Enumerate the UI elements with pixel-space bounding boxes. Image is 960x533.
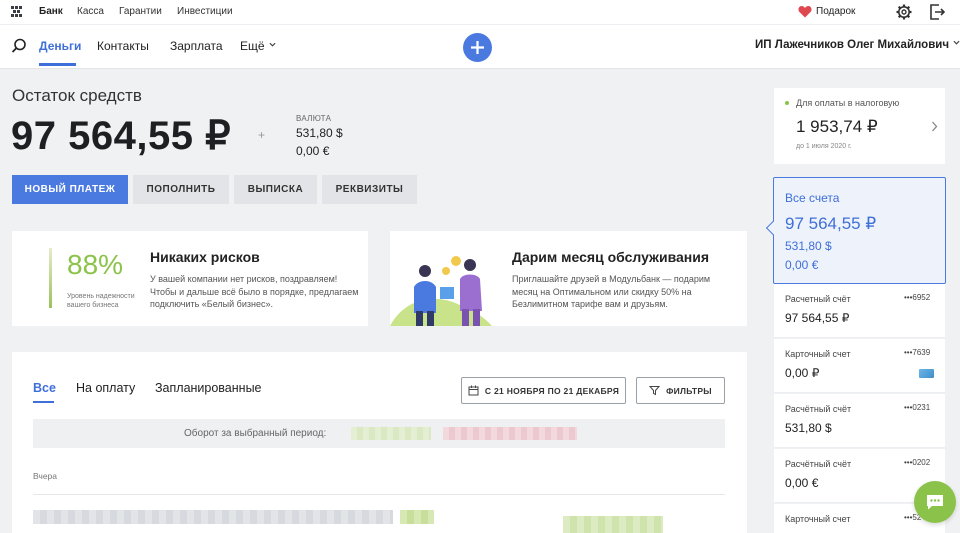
all-accounts-amount: 97 564,55 ₽ [785,214,877,233]
gift-label: Подарок [816,6,856,17]
calendar-icon [468,385,479,396]
user-name: ИП Лажечников Олег Михайлович [755,39,950,51]
nav-active-indicator [39,63,76,66]
currency-label: ВАЛЮТА [296,114,332,123]
tab-scheduled[interactable]: Запланированные [155,381,262,395]
nav-contacts[interactable]: Контакты [97,39,149,53]
nav-more[interactable]: Ещё [240,39,276,53]
account-number: •••0231 [904,403,931,412]
account-balance: 0,00 ₽ [785,366,820,380]
filters-button[interactable]: ФИЛЬТРЫ [636,377,725,404]
account-balance: 97 564,55 ₽ [785,311,850,325]
turnover-label: Оборот за выбранный период: [184,428,327,439]
tax-date: до 1 июля 2020 г. [796,143,852,150]
nav-more-label: Ещё [240,39,265,53]
account-name: Карточный счет [785,514,851,524]
reliability-percent: 88% [67,249,124,280]
account-item[interactable]: Карточный счет •••7639 0,00 ₽ [774,339,945,393]
currency-eur: 0,00 € [296,144,330,158]
all-accounts-card[interactable]: Все счета 97 564,55 ₽ 531,80 $ 0,00 € [765,177,946,284]
selection-notch [765,220,781,236]
turnover-income-masked [351,427,431,440]
transaction-tag-masked [400,510,434,524]
account-number: •••7639 [904,348,931,357]
operations-panel: Все На оплату Запланированные С 21 НОЯБР… [12,352,747,533]
plus-icon [471,41,484,54]
bank-card-icon [919,369,934,378]
search-icon[interactable] [11,38,27,54]
day-label: Вчера [33,471,57,481]
account-name: Карточный счет [785,349,851,359]
gear-icon[interactable] [895,3,913,21]
account-name: Расчетный счёт [785,294,851,304]
period-label: С 21 НОЯБРЯ ПО 21 ДЕКАБРЯ [484,385,620,396]
tab-active-indicator [33,401,54,403]
transaction-masked [33,510,393,524]
account-number: •••0202 [904,458,931,467]
risk-card-title: Никаких рисков [150,249,260,265]
filters-label: ФИЛЬТРЫ [666,385,712,396]
statement-button[interactable]: ВЫПИСКА [234,175,317,204]
add-button[interactable] [463,33,492,62]
balance-label: Остаток средств [12,86,142,105]
reliability-caption: Уровень надежности вашего бизнеса [67,293,135,309]
details-button[interactable]: РЕКВИЗИТЫ [322,175,417,204]
account-item[interactable]: Расчетный счёт •••6952 97 564,55 ₽ [774,284,945,338]
promo-card[interactable]: Дарим месяц обслуживания Приглашайте дру… [390,231,747,326]
promo-card-text: Приглашайте друзей в Модульбанк — подари… [512,274,711,309]
account-balance: 0,00 € [785,476,819,490]
user-menu[interactable]: ИП Лажечников Олег Михайлович [755,39,960,51]
all-accounts-eur: 0,00 € [785,258,819,272]
nav-salary[interactable]: Зарплата [170,39,223,53]
tax-label: Для оплаты в налоговую [796,98,900,108]
top-link-bank[interactable]: Банк [39,6,63,17]
turnover-bar: Оборот за выбранный период: [33,419,725,448]
reliability-gauge [49,248,52,308]
top-up-button[interactable]: ПОПОЛНИТЬ [133,175,229,204]
filter-icon [649,386,661,396]
account-name: Расчётный счёт [785,404,852,414]
account-balance: 531,80 $ [785,421,832,435]
all-accounts-label: Все счета [785,191,840,205]
top-link-investments[interactable]: Инвестиции [177,6,233,17]
top-link-guarantees[interactable]: Гарантии [119,6,162,17]
all-accounts-usd: 531,80 $ [785,239,832,253]
tax-amount: 1 953,74 ₽ [796,117,878,136]
chevron-down-icon [953,40,960,45]
chat-button[interactable] [914,481,956,523]
top-link-kassa[interactable]: Касса [77,6,104,17]
currency-usd: 531,80 $ [296,126,343,140]
risk-card-text: У вашей компании нет рисков, поздравляем… [150,274,359,309]
turnover-expense-masked [443,427,577,440]
period-button[interactable]: С 21 НОЯБРЯ ПО 21 ДЕКАБРЯ [461,377,626,404]
tab-all[interactable]: Все [33,381,56,395]
chevron-down-icon [269,42,276,47]
main-nav: Деньги Контакты Зарплата Ещё ИП Лажечник… [0,24,960,68]
account-name: Расчётный счёт [785,459,852,469]
balance-plus: + [258,128,266,142]
tab-to-pay[interactable]: На оплату [76,381,135,395]
tax-status-dot [785,101,789,105]
gift-link[interactable]: Подарок [798,5,855,18]
balance-amount: 97 564,55 ₽ [11,114,232,158]
top-bar: Банк Касса Гарантии Инвестиции Подарок [0,0,960,24]
new-payment-button[interactable]: НОВЫЙ ПЛАТЕЖ [12,175,128,204]
account-item[interactable]: Расчётный счёт •••0231 531,80 $ [774,394,945,448]
promo-card-title: Дарим месяц обслуживания [512,249,710,265]
logout-icon[interactable] [928,3,946,21]
chevron-right-icon [932,121,938,132]
promo-illustration-icon [390,256,492,326]
tax-widget[interactable]: Для оплаты в налоговую 1 953,74 ₽ до 1 и… [774,88,945,164]
divider [33,494,725,495]
modulbank-logo-icon[interactable] [11,6,22,17]
account-number: •••6952 [904,293,931,302]
heart-icon [798,6,812,18]
chat-icon [927,495,943,510]
nav-money[interactable]: Деньги [39,39,81,53]
transaction-amount-masked [563,516,663,533]
risk-card[interactable]: 88% Уровень надежности вашего бизнеса Ни… [12,231,368,326]
